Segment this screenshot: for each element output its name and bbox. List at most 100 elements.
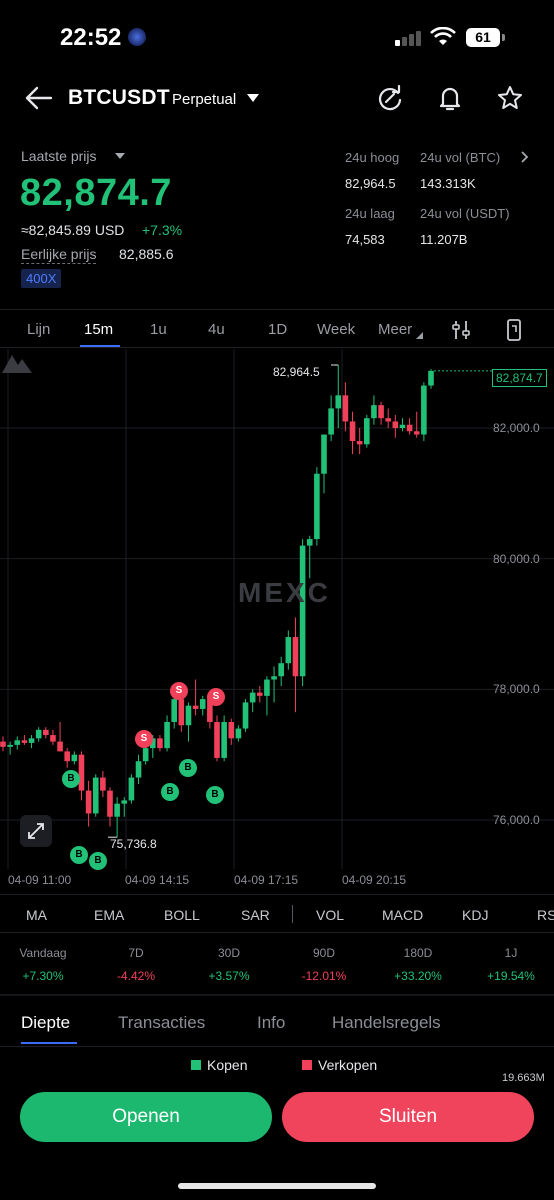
last-price-label[interactable]: Laatste prijs <box>21 148 96 164</box>
perf-label: 30D <box>217 946 240 960</box>
back-arrow-icon[interactable] <box>24 84 54 112</box>
tf-15m[interactable]: 15m <box>84 321 113 338</box>
candle-body <box>85 790 92 814</box>
candle-body <box>185 705 192 726</box>
usd-equivalent: ≈82,845.89 USD <box>21 222 125 238</box>
close-position-button[interactable]: Sluiten <box>282 1092 534 1142</box>
rotate-screen-icon[interactable] <box>504 318 524 342</box>
pair-type[interactable]: Perpetual <box>172 91 236 108</box>
tab-trading-rules[interactable]: Handelsregels <box>332 1013 441 1033</box>
candle-body <box>285 637 292 664</box>
last-price-dropdown-icon[interactable] <box>115 153 125 159</box>
indicator-kdj[interactable]: KDJ <box>462 907 488 923</box>
tf-4u[interactable]: 4u <box>208 321 225 338</box>
tf-line[interactable]: Lijn <box>27 321 50 338</box>
pair-name[interactable]: BTCUSDT <box>68 86 170 110</box>
bell-icon[interactable] <box>436 84 464 112</box>
sell-legend-swatch <box>302 1060 312 1070</box>
buy-signal[interactable]: B <box>206 786 224 804</box>
price-change: +7.3% <box>142 222 183 238</box>
perf-value: +19.54% <box>487 969 535 983</box>
chart-canvas[interactable] <box>0 349 554 894</box>
divider <box>0 347 554 348</box>
home-indicator[interactable] <box>178 1183 376 1189</box>
candle-body <box>371 405 377 419</box>
candle-body <box>406 424 413 432</box>
depth-chart: Kopen Verkopen 19.663M <box>0 1052 554 1092</box>
sell-signal[interactable]: S <box>135 730 153 748</box>
candle-body <box>257 692 263 696</box>
stat-low-value: 74,583 <box>345 232 385 247</box>
candle-body <box>271 676 277 680</box>
candlestick-chart[interactable]: MEXC 82,874.7 82,000.0 80,000.0 78,000.0… <box>0 349 554 894</box>
candle-body <box>28 738 35 743</box>
candle-body <box>14 740 21 745</box>
candle-body <box>142 748 149 762</box>
indicator-rsi[interactable]: RS <box>537 907 554 923</box>
sell-signal[interactable]: S <box>207 688 225 706</box>
tf-more-indicator-icon <box>416 332 423 339</box>
perf-label: 7D <box>128 946 144 960</box>
battery-icon: 61 <box>466 28 500 47</box>
indicator-ema[interactable]: EMA <box>94 907 124 923</box>
perf-value: +7.30% <box>22 969 64 983</box>
candle-body <box>199 699 206 709</box>
buy-signal[interactable]: B <box>161 783 179 801</box>
candle-body <box>164 722 170 749</box>
refresh-icon[interactable] <box>376 84 404 112</box>
tf-more[interactable]: Meer <box>378 321 412 338</box>
wifi-icon <box>430 27 456 45</box>
indicator-boll[interactable]: BOLL <box>164 907 200 923</box>
tf-week[interactable]: Week <box>317 321 355 338</box>
buy-signal[interactable]: B <box>89 852 107 870</box>
divider <box>0 932 554 933</box>
sell-signal[interactable]: S <box>170 682 188 700</box>
candle-body <box>50 735 56 742</box>
indicator-sar[interactable]: SAR <box>241 907 270 923</box>
perf-label: Vandaag <box>19 946 67 960</box>
indicator-macd[interactable]: MACD <box>382 907 423 923</box>
divider <box>0 309 554 310</box>
open-position-button[interactable]: Openen <box>20 1092 272 1142</box>
buy-signal[interactable]: B <box>70 846 88 864</box>
stat-vol-btc-label: 24u vol (BTC) <box>420 150 501 165</box>
perf-label: 90D <box>312 946 335 960</box>
tab-info[interactable]: Info <box>257 1013 285 1033</box>
indicator-vol[interactable]: VOL <box>316 907 344 923</box>
candle-body <box>121 800 128 804</box>
buy-signal[interactable]: B <box>179 759 197 777</box>
pair-dropdown-icon[interactable] <box>247 94 259 102</box>
candle-body <box>157 738 163 749</box>
tf-1u[interactable]: 1u <box>150 321 167 338</box>
leverage-badge[interactable]: 400X <box>21 269 62 288</box>
buy-signal[interactable]: B <box>62 770 80 788</box>
candle-body <box>92 777 99 814</box>
fair-price-label[interactable]: Eerlijke prijs <box>21 246 97 264</box>
perf-value: +33.20% <box>394 969 442 983</box>
indicator-ma[interactable]: MA <box>26 907 47 923</box>
stat-vol-btc-value: 143.313K <box>420 176 476 191</box>
chevron-right-icon[interactable] <box>519 151 529 163</box>
candle-body <box>235 728 242 739</box>
depth-axis-value: 19.663M <box>502 1072 545 1084</box>
tab-depth[interactable]: Diepte <box>21 1013 70 1033</box>
indicator-separator <box>292 905 293 923</box>
candle-body <box>328 408 334 435</box>
candle-body <box>364 418 370 445</box>
candle-body <box>7 744 13 747</box>
tab-transactions[interactable]: Transacties <box>118 1013 205 1033</box>
status-time: 22:52 <box>60 24 122 51</box>
tf-1d[interactable]: 1D <box>268 321 287 338</box>
expand-icon <box>28 823 44 839</box>
candle-body <box>171 699 177 722</box>
candle-body <box>135 761 142 778</box>
x-label: 04-09 17:15 <box>234 873 299 887</box>
perf-value: -4.42% <box>116 969 156 983</box>
y-label: 82,000.0 <box>493 421 540 435</box>
candle-body <box>399 424 406 428</box>
star-icon[interactable] <box>496 84 524 112</box>
chart-settings-icon[interactable] <box>451 319 471 341</box>
perf-label: 1J <box>504 946 518 960</box>
candle-body <box>43 729 49 736</box>
fullscreen-button[interactable] <box>20 815 52 847</box>
